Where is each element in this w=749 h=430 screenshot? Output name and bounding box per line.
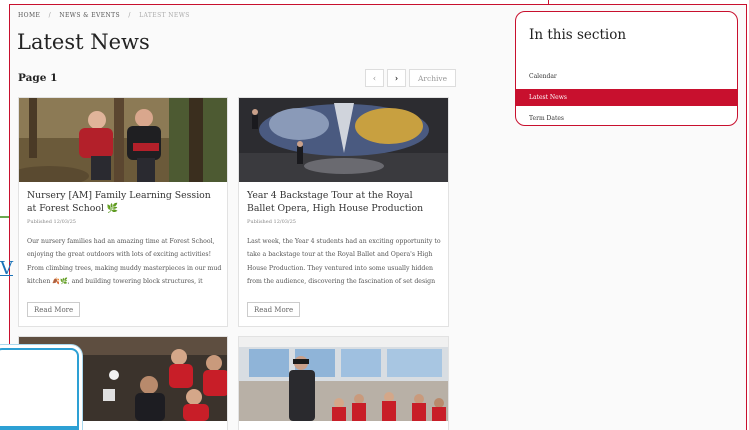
breadcrumb-news-events[interactable]: NEWS & EVENTS xyxy=(59,12,120,19)
news-card-excerpt-text: Our nursery families had an amazing time… xyxy=(27,238,222,286)
news-card: Year 4 Backstage Tour at the Royal Balle… xyxy=(238,97,449,327)
news-card-excerpt: Last week, the Year 4 students had an ex… xyxy=(247,235,442,289)
left-edge-divider xyxy=(0,216,9,218)
page-number-label: Page 1 xyxy=(18,72,58,84)
read-more-button[interactable]: Read More xyxy=(247,302,301,317)
breadcrumb: HOME / NEWS & EVENTS / LATEST NEWS xyxy=(18,12,190,19)
prev-page-button[interactable]: ‹ xyxy=(365,69,384,87)
partial-link-text[interactable]: V xyxy=(0,258,13,279)
news-card-title[interactable]: Year 4 Backstage Tour at the Royal Balle… xyxy=(247,189,442,215)
chevron-right-icon: › xyxy=(394,73,399,83)
news-card-image[interactable] xyxy=(239,98,448,182)
news-card-date: Published 12/03/25 xyxy=(247,219,296,225)
next-page-button[interactable]: › xyxy=(387,69,406,87)
forest-school-photo xyxy=(19,98,227,182)
section-nav-heading: In this section xyxy=(529,27,627,43)
section-nav: In this section Calendar Latest News Ter… xyxy=(515,11,738,126)
news-card-excerpt-text: Last week, the Year 4 students had an ex… xyxy=(247,238,441,286)
popup-panel[interactable] xyxy=(0,348,79,430)
section-nav-item-term-dates[interactable]: Term Dates xyxy=(516,110,737,125)
section-nav-item-latest-news[interactable]: Latest News xyxy=(516,89,737,106)
pagination: ‹ › Archive xyxy=(365,69,457,87)
page-title: Latest News xyxy=(17,30,150,54)
news-card-image[interactable] xyxy=(239,337,448,421)
breadcrumb-separator: / xyxy=(48,12,52,19)
section-nav-item-calendar[interactable]: Calendar xyxy=(516,68,737,85)
read-more-button[interactable]: Read More xyxy=(27,302,81,317)
news-card-date: Published 12/03/25 xyxy=(27,219,76,225)
breadcrumb-home[interactable]: HOME xyxy=(18,12,40,19)
ballet-backstage-photo xyxy=(239,98,448,182)
news-card: Nursery [AM] Family Learning Session at … xyxy=(18,97,228,327)
hall-assembly-photo xyxy=(239,337,448,421)
archive-button[interactable]: Archive xyxy=(409,69,457,87)
news-card xyxy=(238,336,449,430)
breadcrumb-separator: / xyxy=(128,12,131,19)
news-card-image[interactable] xyxy=(19,98,227,182)
news-card-title[interactable]: Nursery [AM] Family Learning Session at … xyxy=(27,189,222,215)
news-card-excerpt: Our nursery families had an amazing time… xyxy=(27,235,222,289)
breadcrumb-current: LATEST NEWS xyxy=(139,12,190,19)
popup-footer-bar xyxy=(0,426,77,430)
chevron-left-icon: ‹ xyxy=(372,73,377,83)
